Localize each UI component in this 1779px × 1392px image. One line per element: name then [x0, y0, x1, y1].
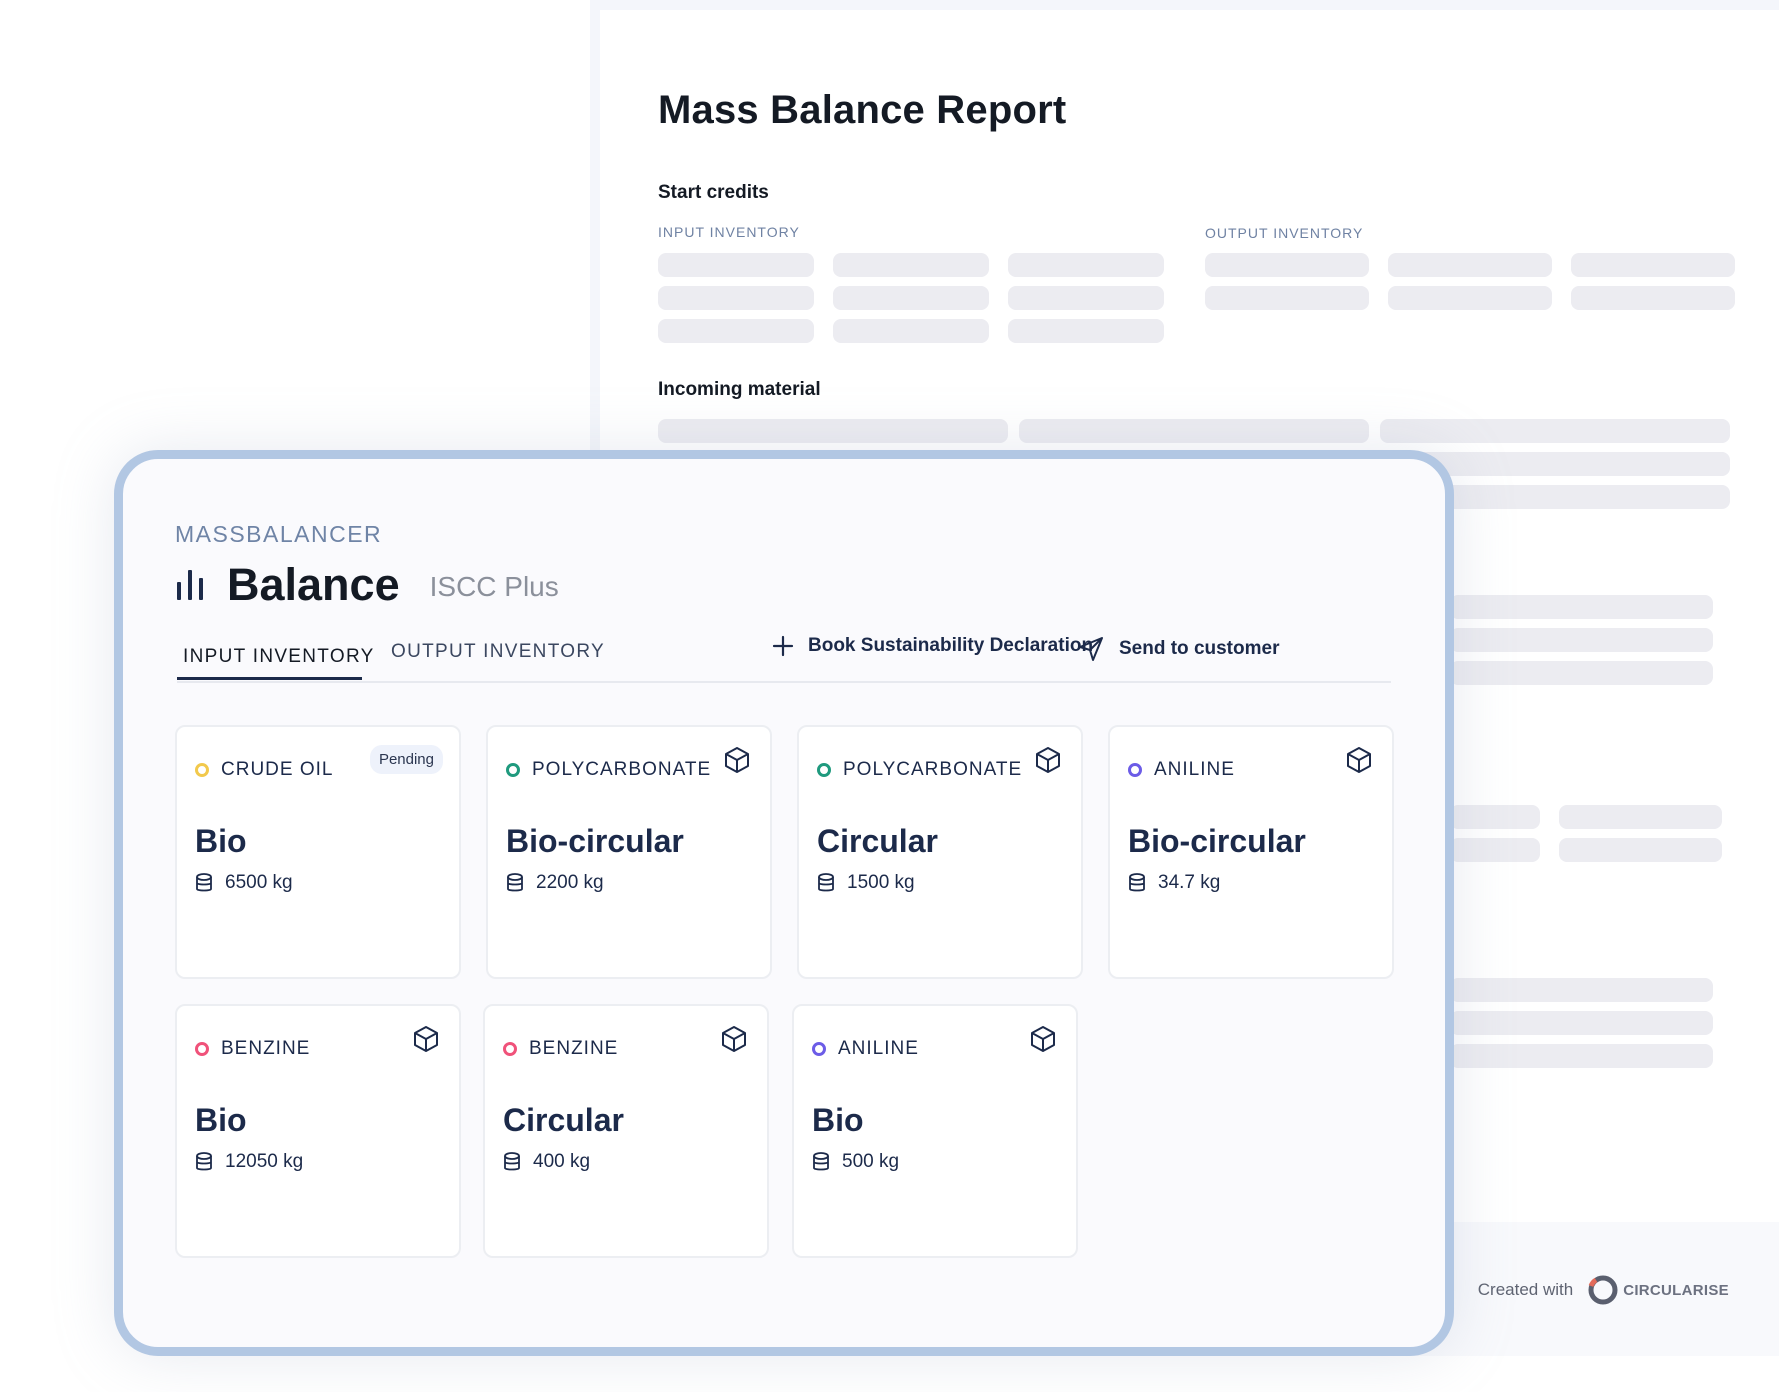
- inventory-card[interactable]: BENZINE Bio 12050 kg: [175, 1004, 461, 1258]
- card-header: BENZINE: [195, 1038, 310, 1060]
- cube-icon[interactable]: [722, 745, 752, 775]
- card-type: Bio-circular: [506, 823, 684, 859]
- card-header: ANILINE: [812, 1038, 919, 1060]
- material-status-dot: [812, 1042, 826, 1056]
- section-start-credits: Start credits: [658, 182, 769, 203]
- book-sustainability-declaration-label: Book Sustainability Declaration: [808, 635, 1094, 656]
- card-material: CRUDE OIL: [221, 759, 334, 780]
- card-header: BENZINE: [503, 1038, 618, 1060]
- cube-icon[interactable]: [719, 1024, 749, 1054]
- send-to-customer-button[interactable]: Send to customer: [1077, 635, 1279, 663]
- card-material: POLYCARBONATE: [532, 759, 712, 780]
- report-input-inventory-label: INPUT INVENTORY: [658, 224, 800, 240]
- card-quantity-row: 6500 kg: [195, 872, 293, 894]
- card-type: Circular: [503, 1102, 624, 1138]
- app-label: MASSBALANCER: [175, 521, 383, 547]
- input-inventory-placeholders: [658, 253, 1164, 343]
- report-placeholders-block-2: [1450, 595, 1713, 685]
- inventory-card[interactable]: POLYCARBONATE Bio-circular 2200 kg: [486, 725, 772, 979]
- card-quantity-row: 1500 kg: [817, 872, 915, 894]
- circularise-ring-icon: [1588, 1275, 1618, 1305]
- card-header: ANILINE: [1128, 759, 1235, 781]
- database-icon: [506, 873, 524, 893]
- active-tab-indicator: [177, 677, 362, 680]
- card-type: Bio-circular: [1128, 823, 1306, 859]
- card-header: POLYCARBONATE: [506, 759, 711, 781]
- card-material: POLYCARBONATE: [843, 759, 1023, 780]
- card-type: Bio: [195, 1102, 247, 1138]
- book-sustainability-declaration-button[interactable]: Book Sustainability Declaration: [772, 635, 1093, 657]
- material-status-dot: [503, 1042, 517, 1056]
- inventory-tabs: INPUT INVENTORY OUTPUT INVENTORY Book Su…: [177, 619, 1391, 683]
- card-type: Bio: [195, 823, 247, 859]
- send-to-customer-label: Send to customer: [1119, 638, 1280, 659]
- status-badge: Pending: [369, 745, 443, 774]
- database-icon: [195, 1152, 213, 1172]
- material-status-dot: [817, 763, 831, 777]
- material-status-dot: [506, 763, 520, 777]
- card-material: ANILINE: [1154, 759, 1235, 780]
- report-placeholders-block-3: [1450, 805, 1722, 862]
- created-with: Created with CIRCULARISE: [1478, 1274, 1729, 1306]
- card-header: POLYCARBONATE: [817, 759, 1022, 781]
- massbalancer-panel: MASSBALANCER Balance ISCC Plus INPUT INV…: [114, 450, 1454, 1356]
- report-output-inventory-label: OUTPUT INVENTORY: [1205, 225, 1364, 241]
- card-material: BENZINE: [529, 1038, 619, 1059]
- card-material: BENZINE: [221, 1038, 311, 1059]
- output-inventory-placeholders: [1205, 253, 1735, 310]
- card-quantity-row: 34.7 kg: [1128, 872, 1220, 894]
- database-icon: [812, 1152, 830, 1172]
- database-icon: [1128, 873, 1146, 893]
- bar-chart-icon: [177, 570, 203, 600]
- circularise-logo: CIRCULARISE: [1587, 1274, 1729, 1306]
- card-type: Circular: [817, 823, 938, 859]
- inventory-card[interactable]: CRUDE OIL Pending Bio 6500 kg: [175, 725, 461, 979]
- card-quantity: 34.7 kg: [1158, 872, 1221, 893]
- card-header: CRUDE OIL: [195, 759, 333, 781]
- database-icon: [817, 873, 835, 893]
- card-material: ANILINE: [838, 1038, 919, 1059]
- cube-icon[interactable]: [1028, 1024, 1058, 1054]
- send-icon: [1079, 637, 1103, 661]
- inventory-card[interactable]: ANILINE Bio-circular 34.7 kg: [1108, 725, 1394, 979]
- inventory-card[interactable]: POLYCARBONATE Circular 1500 kg: [797, 725, 1083, 979]
- material-status-dot: [195, 1042, 209, 1056]
- report-title: Mass Balance Report: [658, 88, 1067, 132]
- tab-output-inventory[interactable]: OUTPUT INVENTORY: [391, 641, 605, 663]
- created-with-label: Created with: [1477, 1280, 1574, 1299]
- cube-icon[interactable]: [1033, 745, 1063, 775]
- material-status-dot: [195, 763, 209, 777]
- card-quantity: 1500 kg: [847, 872, 915, 893]
- inventory-card[interactable]: BENZINE Circular 400 kg: [483, 1004, 769, 1258]
- card-quantity-row: 500 kg: [812, 1151, 899, 1173]
- card-quantity: 6500 kg: [225, 872, 293, 893]
- card-quantity-row: 2200 kg: [506, 872, 604, 894]
- cube-icon[interactable]: [1344, 745, 1374, 775]
- database-icon: [195, 873, 213, 893]
- scheme-label: ISCC Plus: [429, 571, 559, 602]
- card-quantity-row: 12050 kg: [195, 1151, 303, 1173]
- page-title: Balance: [227, 559, 400, 610]
- card-quantity: 400 kg: [533, 1151, 591, 1172]
- card-quantity-row: 400 kg: [503, 1151, 590, 1173]
- title-row: Balance ISCC Plus: [175, 559, 559, 611]
- cube-icon[interactable]: [411, 1024, 441, 1054]
- database-icon: [503, 1152, 521, 1172]
- plus-icon: [772, 635, 794, 657]
- section-incoming-material: Incoming material: [658, 379, 821, 400]
- card-quantity: 500 kg: [842, 1151, 900, 1172]
- circularise-brand: CIRCULARISE: [1623, 1281, 1729, 1299]
- card-type: Bio: [812, 1102, 864, 1138]
- report-placeholders-block-4: [1450, 978, 1713, 1068]
- material-status-dot: [1128, 763, 1142, 777]
- tab-input-inventory[interactable]: INPUT INVENTORY: [183, 646, 375, 668]
- card-quantity: 12050 kg: [225, 1151, 304, 1172]
- card-quantity: 2200 kg: [536, 872, 604, 893]
- inventory-card[interactable]: ANILINE Bio 500 kg: [792, 1004, 1078, 1258]
